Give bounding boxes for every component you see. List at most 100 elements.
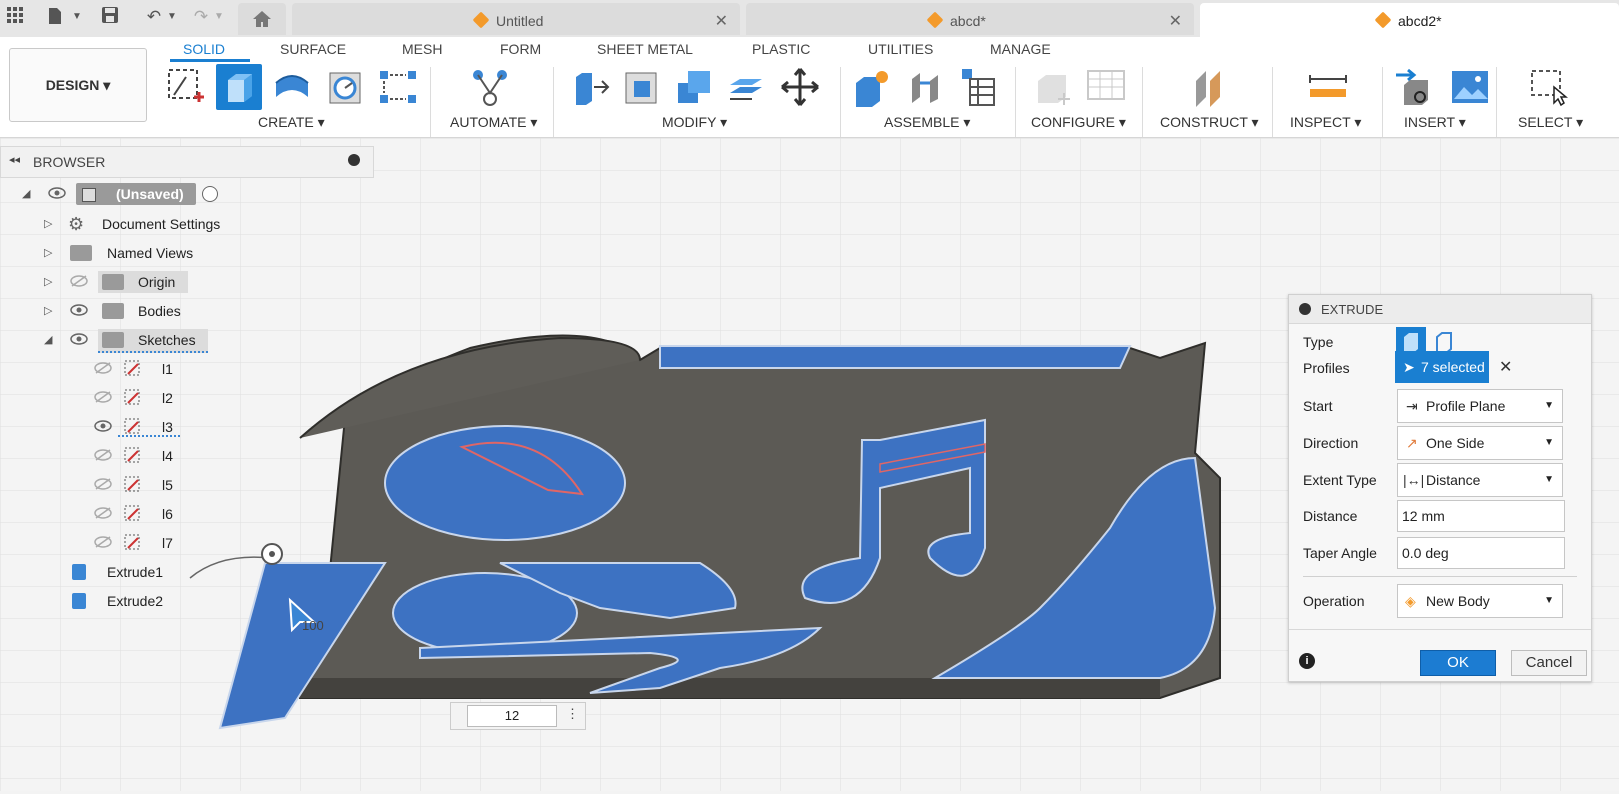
design-workspace-button[interactable]: DESIGN ▾ <box>9 48 147 122</box>
close-icon[interactable]: ✕ <box>715 11 728 31</box>
insert-image-icon[interactable] <box>1450 67 1490 107</box>
extrude-dialog-header[interactable]: EXTRUDE <box>1289 295 1591 324</box>
close-icon[interactable]: ✕ <box>1169 11 1182 31</box>
expand-triangle-icon[interactable]: ▷ <box>44 268 52 296</box>
hidden-eye-icon[interactable] <box>94 362 112 374</box>
tab-abcd[interactable]: abcd* ✕ <box>746 3 1194 35</box>
operation-select[interactable]: ◈ New Body ▼ <box>1397 584 1563 618</box>
revolve-icon[interactable] <box>272 67 312 107</box>
visibility-eye-icon[interactable] <box>94 420 112 432</box>
tree-sketch-item[interactable]: l6 <box>0 500 372 528</box>
hidden-eye-icon[interactable] <box>94 391 112 403</box>
tree-sketch-item[interactable]: l5 <box>0 471 372 499</box>
collapse-browser-icon[interactable]: ◂◂ <box>9 153 20 166</box>
modify-menu[interactable]: MODIFY ▾ <box>662 114 727 131</box>
tree-sketch-item[interactable]: l1 <box>0 355 372 383</box>
tree-sketch-item[interactable]: l4 <box>0 442 372 470</box>
bill-of-materials-icon[interactable] <box>958 67 998 107</box>
hidden-eye-icon[interactable] <box>94 449 112 461</box>
tab-untitled[interactable]: Untitled ✕ <box>292 3 740 35</box>
construct-menu[interactable]: CONSTRUCT ▾ <box>1160 114 1259 131</box>
extent-type-select[interactable]: |↔| Distance ▼ <box>1397 463 1563 497</box>
visibility-eye-icon[interactable] <box>48 187 66 199</box>
offset-face-icon[interactable] <box>726 67 766 107</box>
redo-dropdown-icon[interactable]: ▼ <box>208 6 230 28</box>
tree-sketch-item[interactable]: l2 <box>0 384 372 412</box>
tree-item-origin[interactable]: ▷ Origin <box>0 268 372 296</box>
hidden-eye-icon[interactable] <box>94 478 112 490</box>
tab-utilities[interactable]: UTILITIES <box>868 41 933 57</box>
tree-sketch-item[interactable]: l3 <box>0 413 372 441</box>
configuration-table-icon[interactable] <box>1086 67 1126 107</box>
tab-mesh[interactable]: MESH <box>402 41 442 57</box>
new-component-icon[interactable] <box>852 67 892 107</box>
file-icon[interactable] <box>44 6 66 28</box>
tree-root[interactable]: ◢ (Unsaved) <box>0 180 372 208</box>
tree-feature-extrude2[interactable]: Extrude2 <box>0 587 372 615</box>
combine-icon[interactable] <box>674 67 714 107</box>
automate-menu[interactable]: AUTOMATE ▾ <box>450 114 537 131</box>
tree-feature-extrude1[interactable]: Extrude1 <box>0 558 372 586</box>
tab-plastic[interactable]: PLASTIC <box>752 41 810 57</box>
home-tab[interactable] <box>238 3 286 35</box>
visibility-eye-icon[interactable] <box>70 304 88 316</box>
undo-dropdown-icon[interactable]: ▼ <box>161 6 183 28</box>
expand-triangle-icon[interactable]: ▷ <box>44 297 52 325</box>
press-pull-icon[interactable] <box>572 67 612 107</box>
move-icon[interactable] <box>780 67 820 107</box>
expand-triangle-icon[interactable]: ▷ <box>44 239 52 267</box>
app-grid-icon[interactable] <box>4 6 26 28</box>
tree-item-named-views[interactable]: ▷ Named Views <box>0 239 372 267</box>
cancel-button[interactable]: Cancel <box>1511 650 1587 676</box>
info-icon[interactable]: i <box>1299 653 1315 669</box>
activate-radio-icon[interactable] <box>202 186 218 202</box>
distance-field[interactable]: 12 mm <box>1397 500 1565 532</box>
pattern-icon[interactable] <box>378 67 418 107</box>
tab-abcd2[interactable]: abcd2* <box>1200 3 1619 38</box>
expand-triangle-icon[interactable]: ▷ <box>44 210 52 238</box>
start-select[interactable]: ⇥ Profile Plane ▼ <box>1397 389 1563 423</box>
select-icon[interactable] <box>1528 67 1569 107</box>
tab-manage[interactable]: MANAGE <box>990 41 1051 57</box>
minimize-browser-icon[interactable] <box>348 154 360 166</box>
extrude-icon[interactable] <box>216 64 262 110</box>
hidden-eye-icon[interactable] <box>70 275 88 287</box>
collapse-triangle-icon[interactable]: ◢ <box>44 326 52 354</box>
distance-input[interactable]: 12 <box>467 705 557 727</box>
visibility-eye-icon[interactable] <box>70 333 88 345</box>
insert-menu[interactable]: INSERT ▾ <box>1404 114 1466 131</box>
taper-angle-field[interactable]: 0.0 deg <box>1397 537 1565 569</box>
inspect-menu[interactable]: INSPECT ▾ <box>1290 114 1361 131</box>
tree-sketch-item[interactable]: l7 <box>0 529 372 557</box>
save-icon[interactable] <box>99 6 121 28</box>
configure-icon[interactable] <box>1034 67 1074 107</box>
joint-icon[interactable] <box>906 67 946 107</box>
automate-icon[interactable] <box>470 67 510 107</box>
tree-item-document-settings[interactable]: ▷ ⚙ Document Settings <box>0 210 372 238</box>
ok-button[interactable]: OK <box>1420 650 1496 676</box>
hidden-eye-icon[interactable] <box>94 536 112 548</box>
create-menu[interactable]: CREATE ▾ <box>258 114 325 131</box>
tree-item-bodies[interactable]: ▷ Bodies <box>0 297 372 325</box>
profiles-selection[interactable]: ➤ 7 selected <box>1395 351 1489 383</box>
tree-item-sketches[interactable]: ◢ Sketches <box>0 326 372 354</box>
tab-solid[interactable]: SOLID <box>183 41 225 57</box>
hidden-eye-icon[interactable] <box>94 507 112 519</box>
collapse-dialog-icon[interactable] <box>1299 303 1311 315</box>
measure-icon[interactable] <box>1308 67 1348 107</box>
select-menu[interactable]: SELECT ▾ <box>1518 114 1583 131</box>
tab-sheet-metal[interactable]: SHEET METAL <box>597 41 693 57</box>
fillet-icon[interactable] <box>622 67 662 107</box>
create-sketch-icon[interactable] <box>166 67 206 107</box>
more-options-icon[interactable]: ⋮ <box>566 706 579 722</box>
tab-form[interactable]: FORM <box>500 41 541 57</box>
insert-derive-icon[interactable] <box>1394 67 1434 107</box>
configure-menu[interactable]: CONFIGURE ▾ <box>1031 114 1126 131</box>
tab-surface[interactable]: SURFACE <box>280 41 346 57</box>
collapse-triangle-icon[interactable]: ◢ <box>22 180 30 208</box>
clear-selection-icon[interactable]: ✕ <box>1499 357 1512 377</box>
assemble-menu[interactable]: ASSEMBLE ▾ <box>884 114 970 131</box>
hole-icon[interactable] <box>326 67 366 107</box>
file-dropdown-icon[interactable]: ▼ <box>66 6 88 28</box>
offset-plane-icon[interactable] <box>1192 67 1232 107</box>
